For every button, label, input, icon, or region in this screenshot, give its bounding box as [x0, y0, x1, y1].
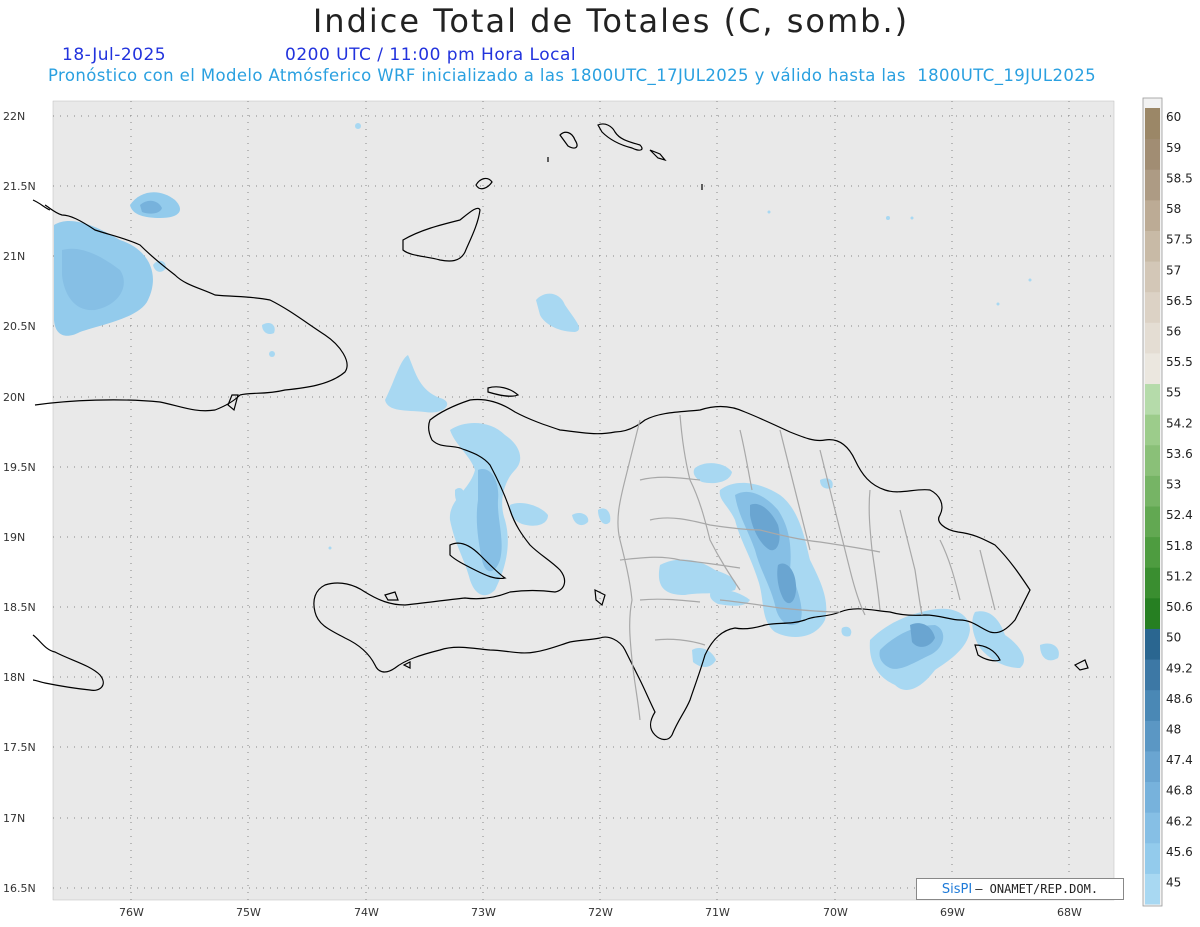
map-background [52, 100, 1115, 901]
map-canvas: 22N 21.5N 21N 20.5N 20N 19.5N 19N 18.5N … [3, 97, 1193, 919]
legend-label: 50.6 [1166, 600, 1193, 614]
legend-label: 55 [1166, 386, 1181, 400]
legend-swatch [1145, 781, 1160, 813]
credit-org: – ONAMET/REP.DOM. [975, 882, 1099, 896]
legend-swatch [1145, 720, 1160, 752]
legend-swatch [1145, 169, 1160, 201]
legend-label: 53.6 [1166, 447, 1193, 461]
legend-swatch [1145, 873, 1160, 905]
legend-swatch [1145, 108, 1160, 140]
legend-swatch [1145, 628, 1160, 660]
lat-label: 22N [3, 110, 25, 123]
legend-label: 45.6 [1166, 845, 1193, 859]
legend-swatch [1145, 444, 1160, 476]
legend-label: 48.6 [1166, 692, 1193, 706]
legend-label: 57 [1166, 263, 1181, 277]
lat-label: 16.5N [3, 882, 36, 895]
credit-box: SisPI – ONAMET/REP.DOM. [916, 878, 1124, 900]
legend-swatch [1145, 812, 1160, 844]
lat-label: 18.5N [3, 601, 36, 614]
legend-label: 60 [1166, 110, 1181, 124]
legend-swatch [1145, 322, 1160, 354]
legend-label: 52.4 [1166, 508, 1193, 522]
legend-label: 49.2 [1166, 661, 1193, 675]
legend-swatch [1145, 352, 1160, 385]
lat-label: 20.5N [3, 320, 36, 333]
lat-label: 19N [3, 531, 25, 544]
lat-label: 17.5N [3, 741, 36, 754]
legend-label: 56.5 [1166, 294, 1193, 308]
lat-label: 17N [3, 812, 25, 825]
lon-label: 71W [705, 906, 730, 919]
legend-swatch [1145, 536, 1160, 568]
legend-swatch [1145, 659, 1160, 691]
legend-swatch [1145, 414, 1160, 446]
date-label: 18-Jul-2025 [62, 45, 167, 65]
legend-swatch [1145, 475, 1160, 507]
lon-label: 76W [119, 906, 144, 919]
time-label: 0200 UTC / 11:00 pm Hora Local [285, 45, 577, 65]
legend-label: 46.2 [1166, 814, 1193, 828]
legend-label: 53 [1166, 478, 1181, 492]
legend-label: 54.2 [1166, 416, 1193, 430]
legend-label: 51.2 [1166, 569, 1193, 583]
lon-label: 73W [471, 906, 496, 919]
legend-label: 59 [1166, 141, 1181, 155]
lon-label: 72W [588, 906, 613, 919]
forecast-description: Pronóstico con el Modelo Atmósferico WRF… [48, 66, 1097, 85]
legend-label: 58 [1166, 202, 1181, 216]
lon-label: 69W [940, 906, 965, 919]
legend-swatch [1145, 383, 1160, 415]
legend-swatch [1145, 597, 1160, 629]
legend-swatch [1145, 230, 1160, 262]
legend-swatch [1145, 842, 1160, 874]
legend-swatch [1145, 199, 1160, 231]
legend-swatch [1145, 506, 1160, 538]
lon-label: 70W [823, 906, 848, 919]
legend-label: 47.4 [1166, 753, 1193, 767]
legend-label: 50 [1166, 631, 1181, 645]
legend-swatch [1145, 291, 1160, 323]
color-legend: 45 45.6 46.2 46.8 47.4 48 48.6 49.2 50 50.6 51.2 51… [1142, 97, 1193, 907]
legend-swatch [1145, 689, 1160, 721]
legend-swatch [1145, 261, 1160, 293]
credit-brand: SisPI [941, 881, 973, 897]
lat-label: 21N [3, 250, 25, 263]
legend-label: 58.5 [1166, 171, 1193, 185]
lon-label: 74W [354, 906, 379, 919]
lon-label: 68W [1057, 906, 1082, 919]
lat-label: 19.5N [3, 461, 36, 474]
lat-label: 20N [3, 391, 25, 404]
legend-label: 56 [1166, 324, 1181, 338]
lon-label: 75W [236, 906, 261, 919]
lat-label: 18N [3, 671, 25, 684]
legend-swatch [1145, 138, 1160, 170]
legend-label: 45 [1166, 876, 1181, 890]
legend-label: 46.8 [1166, 784, 1193, 798]
legend-label: 57.5 [1166, 233, 1193, 247]
legend-swatch [1145, 567, 1160, 599]
legend-label: 55.5 [1166, 355, 1193, 369]
map-title: Indice Total de Totales (C, somb.) [312, 2, 910, 40]
legend-label: 51.8 [1166, 539, 1193, 553]
legend-swatch [1145, 750, 1160, 783]
legend-label: 48 [1166, 722, 1181, 736]
lat-label: 21.5N [3, 180, 36, 193]
